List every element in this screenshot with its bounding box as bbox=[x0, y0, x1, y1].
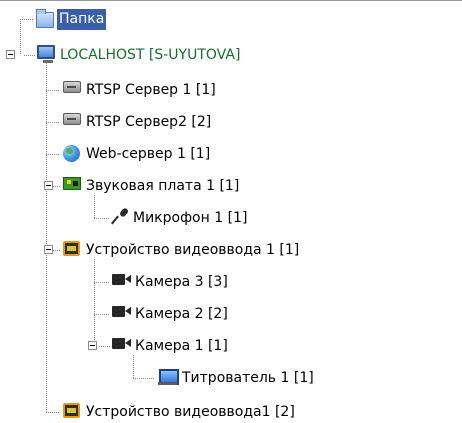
camera-icon bbox=[112, 305, 132, 317]
tree-item-label: Камера 2 [2] bbox=[135, 306, 228, 322]
chip-icon bbox=[63, 241, 80, 256]
tree-connector bbox=[46, 154, 60, 155]
chip-icon bbox=[63, 403, 80, 418]
tree-connector bbox=[94, 218, 110, 219]
tree-item-label: Титрователь 1 [1] bbox=[182, 370, 314, 386]
folder-icon bbox=[36, 9, 54, 28]
server-icon bbox=[63, 81, 81, 93]
camera-icon bbox=[112, 273, 132, 285]
tree-connector bbox=[94, 195, 95, 219]
collapse-toggle-host[interactable] bbox=[6, 50, 15, 59]
collapse-toggle-camera-1[interactable] bbox=[88, 341, 97, 350]
collapse-toggle-sound-card[interactable] bbox=[44, 181, 53, 190]
tree-item-label: Микрофон 1 [1] bbox=[133, 210, 248, 226]
camera-icon bbox=[112, 337, 132, 349]
monitor-icon bbox=[37, 45, 55, 63]
tree-item-label: RTSP Сервер 1 [1] bbox=[86, 82, 216, 98]
tree-connector bbox=[133, 378, 155, 379]
microphone-icon bbox=[112, 208, 129, 224]
collapse-toggle-video-input-1[interactable] bbox=[44, 245, 53, 254]
tree-item-label: Устройство видеоввода1 [2] bbox=[86, 404, 295, 420]
sound-card-icon bbox=[63, 177, 81, 190]
titler-icon bbox=[158, 369, 179, 386]
tree-item-label: Устройство видеоввода 1 [1] bbox=[86, 242, 300, 258]
server-icon bbox=[63, 113, 81, 125]
tree-connector bbox=[99, 346, 110, 347]
tree-connector bbox=[133, 355, 134, 379]
tree-connector bbox=[46, 90, 60, 91]
tree-connector bbox=[94, 259, 95, 347]
tree-item-label: Камера 3 [3] bbox=[135, 274, 228, 290]
tree-item-label: Папка bbox=[57, 9, 107, 30]
tree-connector bbox=[46, 63, 47, 413]
tree-connector bbox=[24, 55, 36, 56]
tree-item-label: Звуковая плата 1 [1] bbox=[86, 178, 240, 194]
tree-item-label: LOCALHOST [S-UYUTOVA] bbox=[60, 47, 241, 63]
tree-item-label: Камера 1 [1] bbox=[135, 338, 228, 354]
tree-connector bbox=[46, 122, 60, 123]
tree-connector bbox=[20, 19, 21, 55]
tree-connector bbox=[94, 282, 110, 283]
tree-connector bbox=[46, 412, 60, 413]
tree-connector bbox=[94, 314, 110, 315]
tree-item-label: Web-сервер 1 [1] bbox=[86, 146, 211, 162]
globe-icon bbox=[63, 145, 80, 162]
tree-connector bbox=[20, 19, 34, 20]
object-tree: Папка LOCALHOST [S-UYUTOVA] RTSP Сервер … bbox=[0, 0, 462, 423]
tree-item-label: RTSP Сервер2 [2] bbox=[86, 114, 212, 130]
